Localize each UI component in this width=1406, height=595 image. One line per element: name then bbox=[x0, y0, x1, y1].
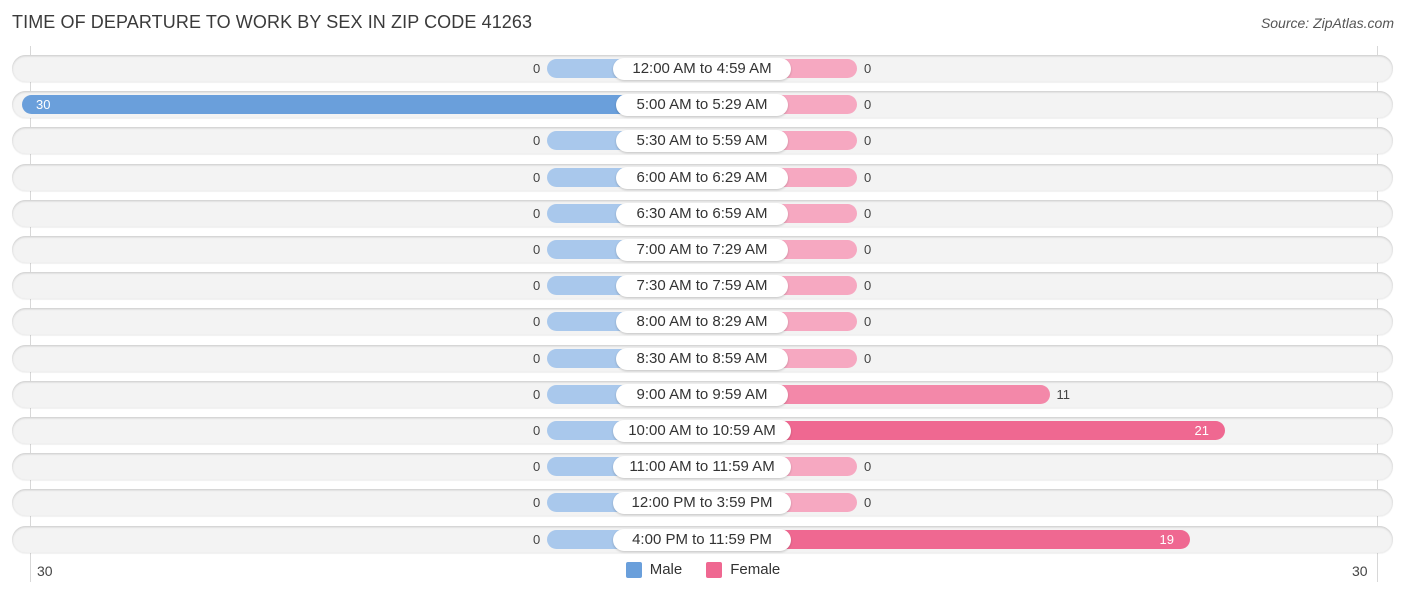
legend-label-male: Male bbox=[649, 561, 683, 578]
male-value-label: 0 bbox=[533, 423, 541, 438]
category-label: 5:00 AM to 5:29 AM bbox=[616, 93, 788, 116]
category-label: 11:00 AM to 11:59 AM bbox=[613, 455, 791, 478]
male-value-label: 30 bbox=[36, 97, 51, 112]
male-value-label: 0 bbox=[533, 495, 541, 510]
male-value-label: 0 bbox=[533, 133, 541, 148]
category-label: 7:30 AM to 7:59 AM bbox=[616, 274, 788, 297]
category-label: 8:30 AM to 8:59 AM bbox=[616, 347, 788, 370]
category-label: 12:00 PM to 3:59 PM bbox=[613, 491, 791, 514]
female-value-label: 0 bbox=[864, 459, 872, 474]
category-label: 7:00 AM to 7:29 AM bbox=[616, 238, 788, 261]
female-value-label: 0 bbox=[864, 133, 872, 148]
female-value-label: 0 bbox=[864, 97, 872, 112]
category-label: 6:30 AM to 6:59 AM bbox=[616, 202, 788, 225]
category-label: 4:00 PM to 11:59 PM bbox=[613, 528, 791, 551]
male-value-label: 0 bbox=[533, 532, 541, 547]
male-value-label: 0 bbox=[533, 278, 541, 293]
male-swatch bbox=[625, 561, 642, 578]
legend: Male Female bbox=[0, 561, 1406, 578]
category-label: 6:00 AM to 6:29 AM bbox=[616, 166, 788, 189]
female-value-label: 0 bbox=[864, 351, 872, 366]
female-value-label: 0 bbox=[864, 242, 872, 257]
category-label: 8:00 AM to 8:29 AM bbox=[616, 310, 788, 333]
male-value-label: 0 bbox=[533, 351, 541, 366]
female-value-label: 0 bbox=[864, 495, 872, 510]
male-value-label: 0 bbox=[533, 206, 541, 221]
female-value-label: 0 bbox=[864, 314, 872, 329]
legend-item-male[interactable]: Male bbox=[625, 561, 683, 578]
female-value-label: 0 bbox=[864, 206, 872, 221]
male-value-label: 0 bbox=[533, 387, 541, 402]
category-label: 10:00 AM to 10:59 AM bbox=[613, 419, 791, 442]
female-value-label: 0 bbox=[864, 170, 872, 185]
male-bar[interactable] bbox=[22, 95, 702, 114]
male-value-label: 0 bbox=[533, 314, 541, 329]
female-value-label: 11 bbox=[1056, 387, 1071, 402]
male-value-label: 0 bbox=[533, 242, 541, 257]
chart-area: 12:00 AM to 4:59 AM 0 0 5:00 AM to 5:29 AM 3… bbox=[0, 0, 1406, 595]
legend-item-female[interactable]: Female bbox=[706, 561, 780, 578]
legend-label-female: Female bbox=[730, 561, 781, 578]
female-value-label: 19 bbox=[1159, 532, 1174, 547]
female-value-label: 0 bbox=[864, 61, 872, 76]
female-value-label: 0 bbox=[864, 278, 872, 293]
female-swatch bbox=[706, 561, 723, 578]
category-label: 12:00 AM to 4:59 AM bbox=[613, 57, 791, 80]
male-value-label: 0 bbox=[533, 61, 541, 76]
female-value-label: 21 bbox=[1194, 423, 1209, 438]
category-label: 5:30 AM to 5:59 AM bbox=[616, 129, 788, 152]
category-label: 9:00 AM to 9:59 AM bbox=[616, 383, 788, 406]
male-value-label: 0 bbox=[533, 170, 541, 185]
male-value-label: 0 bbox=[533, 459, 541, 474]
